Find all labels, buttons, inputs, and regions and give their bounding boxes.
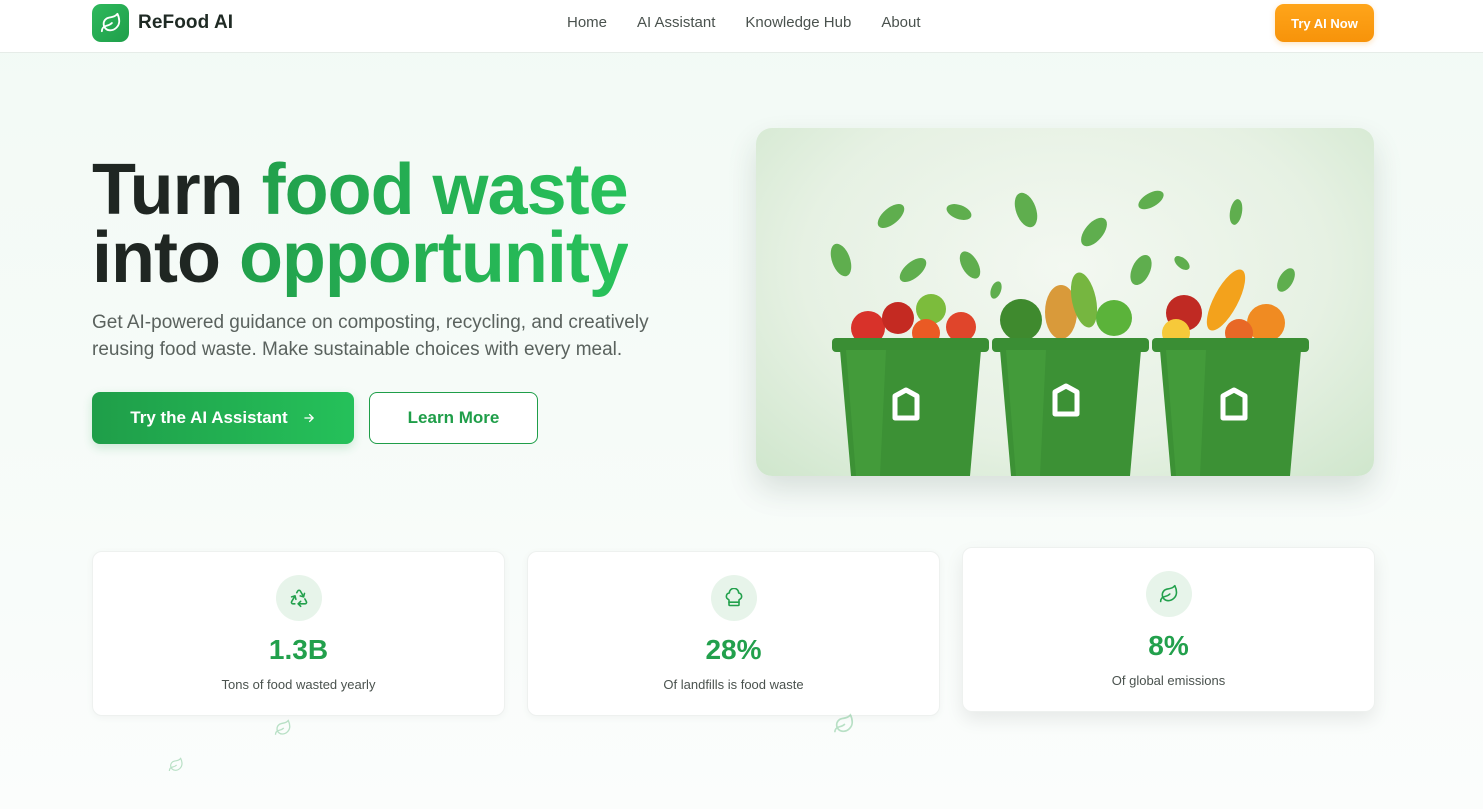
nav-knowledge-hub[interactable]: Knowledge Hub [745, 14, 851, 31]
chef-hat-icon [710, 575, 757, 621]
stat-value: 8% [1148, 630, 1189, 661]
stat-card-emissions: 8% Of global emissions [962, 547, 1375, 712]
try-ai-now-button[interactable]: Try AI Now [1275, 4, 1374, 42]
leaf-icon [168, 757, 183, 772]
stat-label: Of global emissions [1111, 673, 1226, 688]
try-ai-assistant-label: Try the AI Assistant [130, 408, 288, 427]
nav-about[interactable]: About [881, 14, 920, 31]
stat-label: Tons of food wasted yearly [221, 677, 376, 692]
leaf-icon [274, 719, 291, 735]
recycle-icon [275, 575, 322, 621]
stat-card-landfills: 28% Of landfills is food waste [527, 551, 940, 716]
leaf-icon [92, 4, 129, 42]
brand-logo[interactable]: ReFood AI [92, 4, 233, 42]
arrow-right-icon [303, 413, 314, 423]
try-ai-assistant-button[interactable]: Try the AI Assistant [92, 392, 354, 444]
stat-value: 1.3B [268, 634, 329, 665]
hero-subtitle: Get AI-powered guidance on composting, r… [92, 312, 649, 360]
hero-image [756, 128, 1374, 476]
leaf-icon [1145, 571, 1192, 617]
site-header: ReFood AI Home AI Assistant Knowledge Hu… [0, 0, 1483, 53]
hero-title: Turn food waste into opportunity [92, 154, 732, 294]
hero-title-part2: into [92, 218, 239, 298]
leaf-icon [834, 713, 854, 733]
main-nav: Home AI Assistant Knowledge Hub About [567, 14, 921, 31]
hero-title-accent2: opportunity [238, 218, 629, 298]
brand-name: ReFood AI [138, 12, 234, 33]
nav-ai-assistant[interactable]: AI Assistant [637, 14, 715, 31]
learn-more-button[interactable]: Learn More [369, 392, 538, 444]
nav-home[interactable]: Home [567, 14, 607, 31]
stat-label: Of landfills is food waste [663, 677, 804, 692]
stat-card-food-wasted: 1.3B Tons of food wasted yearly [92, 551, 505, 716]
stat-value: 28% [705, 634, 762, 665]
